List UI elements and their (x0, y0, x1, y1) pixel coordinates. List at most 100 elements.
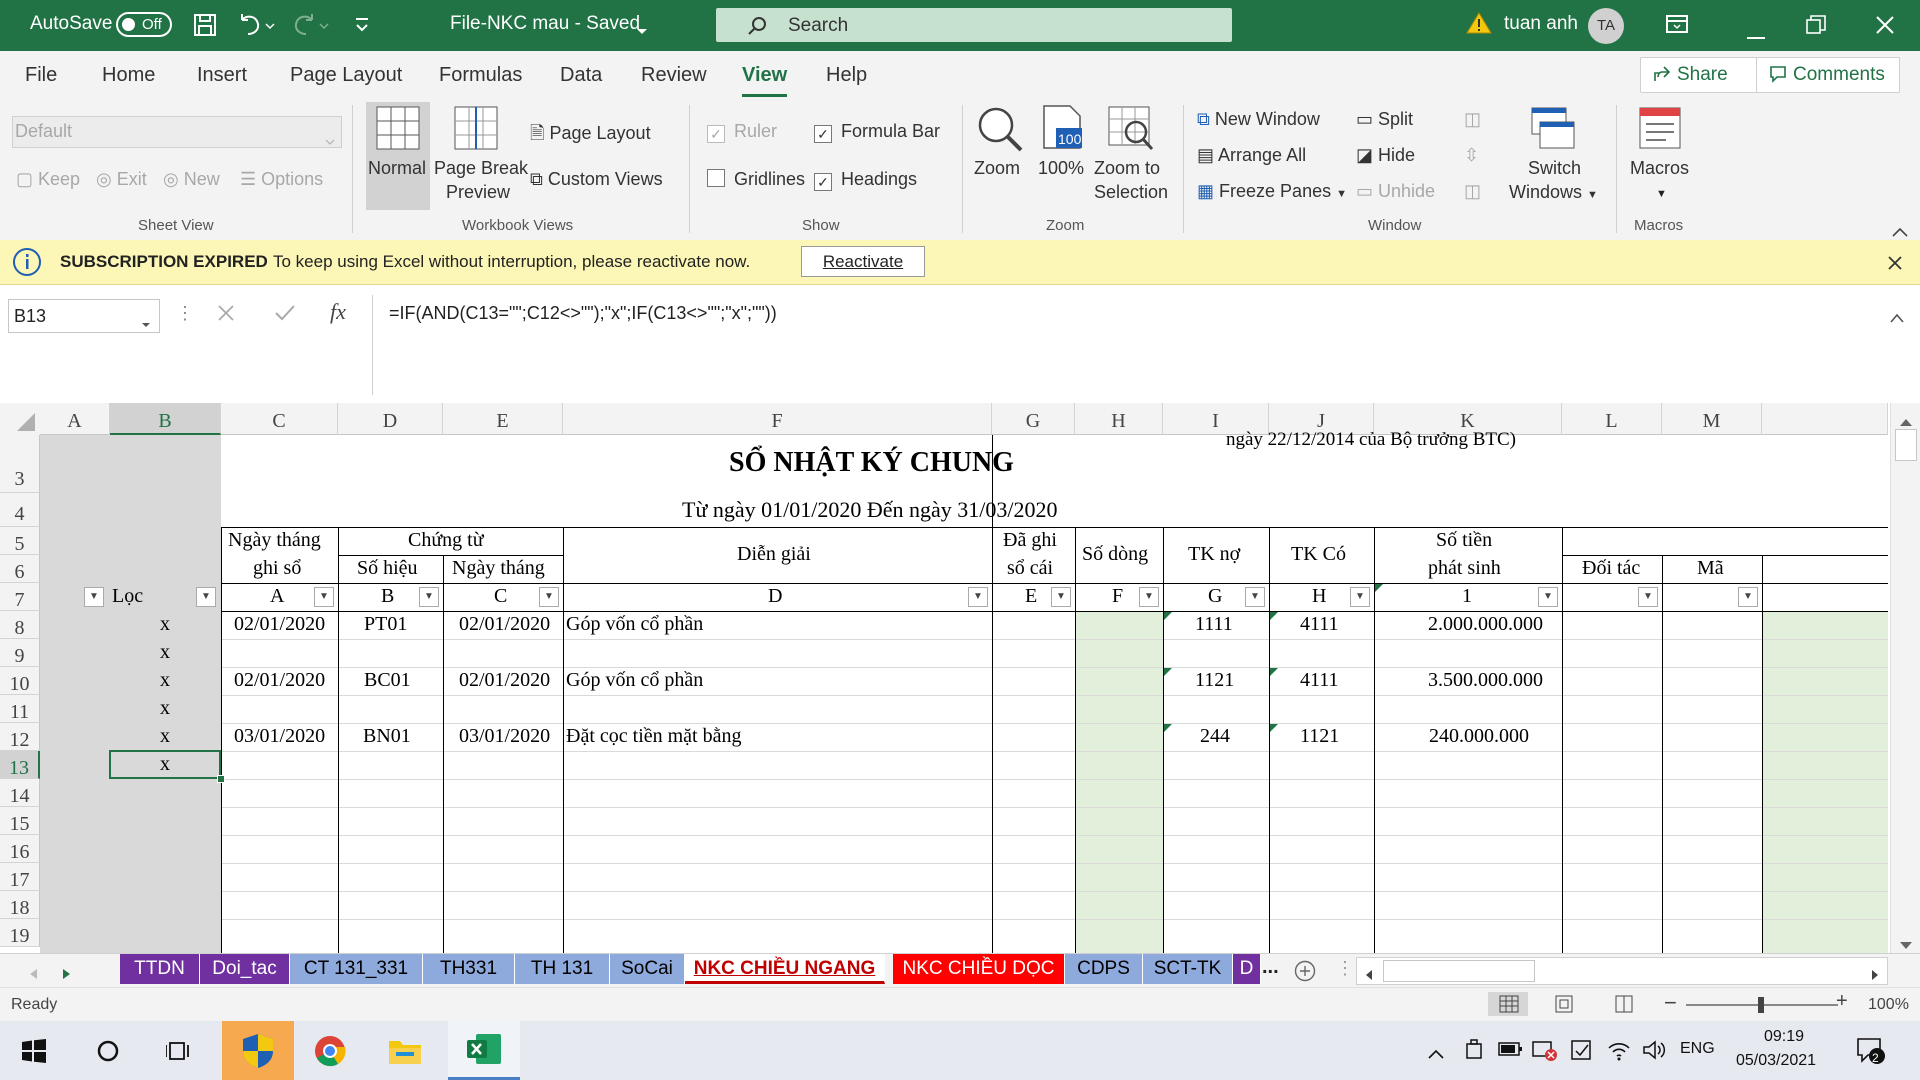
cell-debit-account[interactable]: 1111 (1195, 613, 1233, 636)
cell-credit-account[interactable]: 1121 (1300, 725, 1339, 748)
scroll-thumb[interactable] (1383, 960, 1535, 982)
row-header-8[interactable]: 8 (0, 611, 40, 639)
save-icon[interactable] (192, 12, 218, 43)
column-header-a[interactable]: A (40, 403, 110, 435)
scroll-thumb[interactable] (1895, 429, 1917, 461)
zoom-in-icon[interactable]: + (1836, 990, 1848, 1013)
scroll-right-icon[interactable] (1871, 965, 1879, 986)
zoom-slider[interactable] (1686, 997, 1838, 1013)
chevron-up-icon[interactable] (1428, 1043, 1444, 1064)
battery-icon[interactable] (1498, 1041, 1524, 1062)
zoom-button[interactable]: Zoom (972, 102, 1028, 210)
filter-dropdown-button[interactable]: ▼ (419, 587, 439, 607)
sheet-tab-ct-131-331[interactable]: CT 131_331 (290, 954, 423, 984)
cell-description[interactable]: Góp vốn cổ phần (566, 669, 703, 692)
cell-voucher-date[interactable]: 02/01/2020 (459, 613, 550, 636)
wifi-icon[interactable] (1606, 1038, 1632, 1067)
zoom-percentage[interactable]: 100% (1868, 996, 1909, 1014)
name-box[interactable]: B13 (8, 299, 160, 333)
fill-handle[interactable] (217, 775, 225, 783)
row-header-10[interactable]: 10 (0, 667, 40, 695)
sheet-tab-cdps[interactable]: CDPS (1065, 954, 1143, 984)
reactivate-button[interactable]: Reactivate (801, 246, 925, 277)
vertical-scrollbar[interactable] (1890, 403, 1920, 953)
task-view-icon[interactable] (165, 1039, 192, 1068)
row-header-15[interactable]: 15 (0, 807, 40, 835)
page-layout-status-icon[interactable] (1554, 994, 1574, 1019)
active-cell-b13[interactable] (109, 750, 221, 779)
chrome-icon[interactable] (314, 1035, 346, 1072)
row-header-7[interactable]: 7 (0, 583, 40, 611)
notification-icon[interactable] (1856, 1037, 1886, 1070)
collapse-ribbon-icon[interactable] (1892, 221, 1908, 242)
column-header-m[interactable]: M (1662, 403, 1762, 435)
autosave-toggle[interactable]: Off (116, 12, 172, 37)
formula-input[interactable]: =IF(AND(C13="";C12<>"");"x";IF(C13<>"";"… (372, 295, 1873, 395)
tab-help[interactable]: Help (826, 64, 867, 87)
tab-review[interactable]: Review (641, 64, 707, 87)
cell-amount[interactable]: 3.500.000.000 (1428, 669, 1543, 692)
filter-dropdown-button[interactable]: ▼ (1738, 587, 1758, 607)
filter-dropdown-button[interactable]: ▼ (1245, 587, 1265, 607)
cell-voucher-date[interactable]: 02/01/2020 (459, 669, 550, 692)
taskbar-security-app[interactable] (222, 1021, 294, 1080)
tab-formulas[interactable]: Formulas (439, 64, 522, 87)
custom-views-button[interactable]: ⧉ Custom Views (530, 169, 663, 190)
tab-page-layout[interactable]: Page Layout (290, 64, 402, 87)
freeze-panes-button[interactable]: ▦ Freeze Panes ▼ (1197, 181, 1347, 202)
sheet-tab-ttdn[interactable]: TTDN (120, 954, 200, 984)
formula-bar-checkbox[interactable]: ✓ Formula Bar (814, 121, 940, 143)
filter-dropdown-button[interactable]: ▼ (84, 587, 104, 607)
row-header-4[interactable]: 4 (0, 493, 40, 527)
scroll-tabs-right-icon[interactable] (62, 964, 72, 985)
tab-home[interactable]: Home (102, 64, 155, 87)
split-button[interactable]: ▭ Split (1356, 109, 1413, 130)
cell-voucher-no[interactable]: BN01 (363, 725, 411, 748)
cell-credit-account[interactable]: 4111 (1300, 613, 1339, 636)
cell-amount[interactable]: 2.000.000.000 (1428, 613, 1543, 636)
page-layout-button[interactable]: 🗎 Page Layout (530, 121, 651, 151)
row-header-11[interactable]: 11 (0, 695, 40, 723)
file-title[interactable]: File-NKC mau - Saved (450, 13, 640, 35)
user-name[interactable]: tuan anh (1504, 13, 1578, 35)
tab-insert[interactable]: Insert (197, 64, 247, 87)
row-header-16[interactable]: 16 (0, 835, 40, 863)
worksheet-grid[interactable]: A B C D E F G H I J K L M 3 4 5 6 7 8 9 … (0, 403, 1920, 953)
select-all-corner[interactable] (0, 403, 41, 436)
row-header-19[interactable]: 19 (0, 919, 40, 947)
sheet-tab-nkc-chieu-ngang[interactable]: NKC CHIỀU NGANG (685, 954, 885, 984)
page-break-preview-button[interactable]: Page Break Preview (434, 102, 528, 210)
filter-dropdown-button[interactable]: ▼ (1051, 587, 1071, 607)
device-icon[interactable] (1464, 1039, 1484, 1066)
volume-icon[interactable] (1642, 1039, 1666, 1066)
expand-formula-bar-icon[interactable] (1890, 307, 1904, 328)
gridlines-checkbox[interactable]: Gridlines (707, 169, 805, 190)
filter-dropdown-button[interactable]: ▼ (539, 587, 559, 607)
add-sheet-icon[interactable] (1294, 960, 1316, 987)
tab-view[interactable]: View (742, 64, 788, 97)
cell-description[interactable]: Đặt cọc tiền mặt bằng (566, 725, 742, 748)
insert-function-icon[interactable]: fx (330, 299, 346, 325)
cell-debit-account[interactable]: 1121 (1195, 669, 1234, 692)
filter-dropdown-button[interactable]: ▼ (314, 587, 334, 607)
horizontal-scrollbar[interactable] (1356, 957, 1888, 985)
file-explorer-icon[interactable] (388, 1037, 422, 1070)
windows-start-icon[interactable] (22, 1039, 46, 1068)
filter-dropdown-button[interactable]: ▼ (1350, 587, 1370, 607)
comments-button[interactable]: Comments (1756, 57, 1900, 93)
cell-posting-date[interactable]: 02/01/2020 (234, 669, 325, 692)
cell-description[interactable]: Góp vốn cổ phần (566, 613, 703, 636)
cell-posting-date[interactable]: 03/01/2020 (234, 725, 325, 748)
row-header-14[interactable]: 14 (0, 779, 40, 807)
column-header-h[interactable]: H (1075, 403, 1163, 435)
sheet-tab-th331[interactable]: TH331 (423, 954, 515, 984)
cell-credit-account[interactable]: 4111 (1300, 669, 1339, 692)
column-header-f[interactable]: F (563, 403, 992, 435)
more-sheets-button[interactable]: ... (1262, 956, 1279, 979)
sheet-tab-socai[interactable]: SoCai (610, 954, 685, 984)
cell-voucher-no[interactable]: BC01 (364, 669, 411, 692)
switch-windows-button[interactable]: Switch Windows ▼ (1504, 102, 1600, 210)
tab-file[interactable]: File (25, 64, 57, 87)
filter-dropdown-button[interactable]: ▼ (196, 587, 216, 607)
zoom-to-selection-button[interactable]: Zoom to Selection (1094, 102, 1170, 210)
